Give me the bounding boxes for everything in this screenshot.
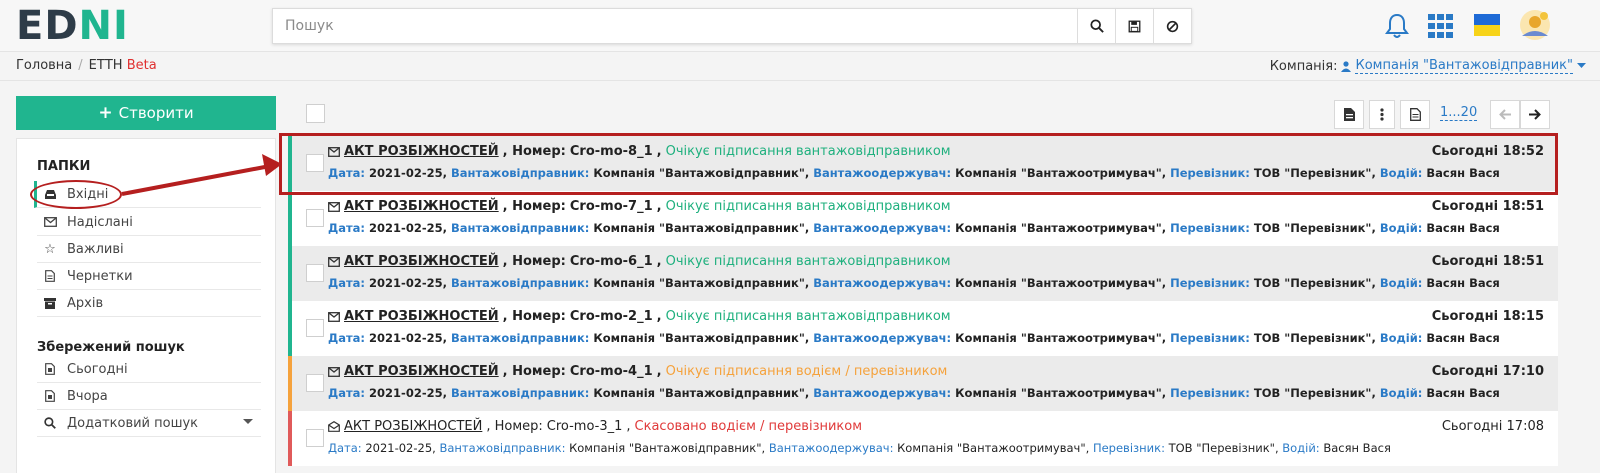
annotation-arrow <box>121 154 282 196</box>
